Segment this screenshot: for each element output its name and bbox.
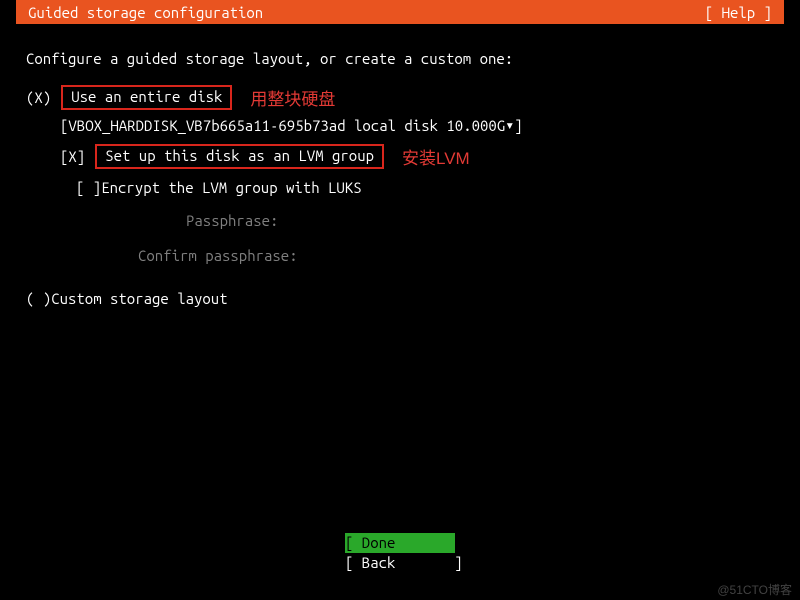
disk-selector[interactable]: [ VBOX_HARDDISK_VB7b665a11-695b73ad loca… <box>60 116 784 134</box>
lvm-label: Set up this disk as an LVM group <box>95 144 384 169</box>
done-button[interactable]: [ Done ] <box>345 533 455 553</box>
bracket-open: [ <box>60 117 68 134</box>
watermark: @51CTO博客 <box>717 581 792 598</box>
confirm-passphrase-label: Confirm passphrase: <box>138 247 298 264</box>
page-title: Guided storage configuration <box>28 4 263 21</box>
passphrase-label: Passphrase: <box>186 212 278 229</box>
checkbox-marker-encrypt: [ ] <box>76 179 101 196</box>
option-encrypt[interactable]: [ ] Encrypt the LVM group with LUKS <box>76 179 784 196</box>
intro-text: Configure a guided storage layout, or cr… <box>26 50 784 67</box>
button-bar: [ Done ] [ Back ] <box>0 533 800 572</box>
option-custom-layout[interactable]: ( ) Custom storage layout <box>26 290 784 307</box>
disk-value: VBOX_HARDDISK_VB7b665a11-695b73ad local … <box>68 117 505 134</box>
radio-marker-entire: (X) <box>26 89 51 106</box>
confirm-passphrase-field[interactable]: Confirm passphrase: <box>138 247 784 264</box>
back-button[interactable]: [ Back ] <box>345 553 455 573</box>
annotation-lvm: 安装LVM <box>402 144 470 169</box>
checkbox-marker-lvm: [X] <box>60 148 85 165</box>
radio-marker-custom: ( ) <box>26 290 51 307</box>
chevron-down-icon: ▾ <box>505 116 514 134</box>
custom-label: Custom storage layout <box>51 290 227 307</box>
installer-header: Guided storage configuration [ Help ] <box>16 0 784 24</box>
annotation-entire-disk: 用整块硬盘 <box>250 85 335 110</box>
encrypt-label: Encrypt the LVM group with LUKS <box>101 179 361 196</box>
option-entire-disk[interactable]: (X) Use an entire disk 用整块硬盘 <box>26 85 784 110</box>
option-lvm[interactable]: [X] Set up this disk as an LVM group 安装L… <box>60 144 784 169</box>
passphrase-field[interactable]: Passphrase: <box>186 212 784 229</box>
help-button[interactable]: [ Help ] <box>705 4 772 21</box>
bracket-close: ] <box>514 117 522 134</box>
content-area: Configure a guided storage layout, or cr… <box>0 24 800 307</box>
entire-disk-label: Use an entire disk <box>61 85 232 110</box>
